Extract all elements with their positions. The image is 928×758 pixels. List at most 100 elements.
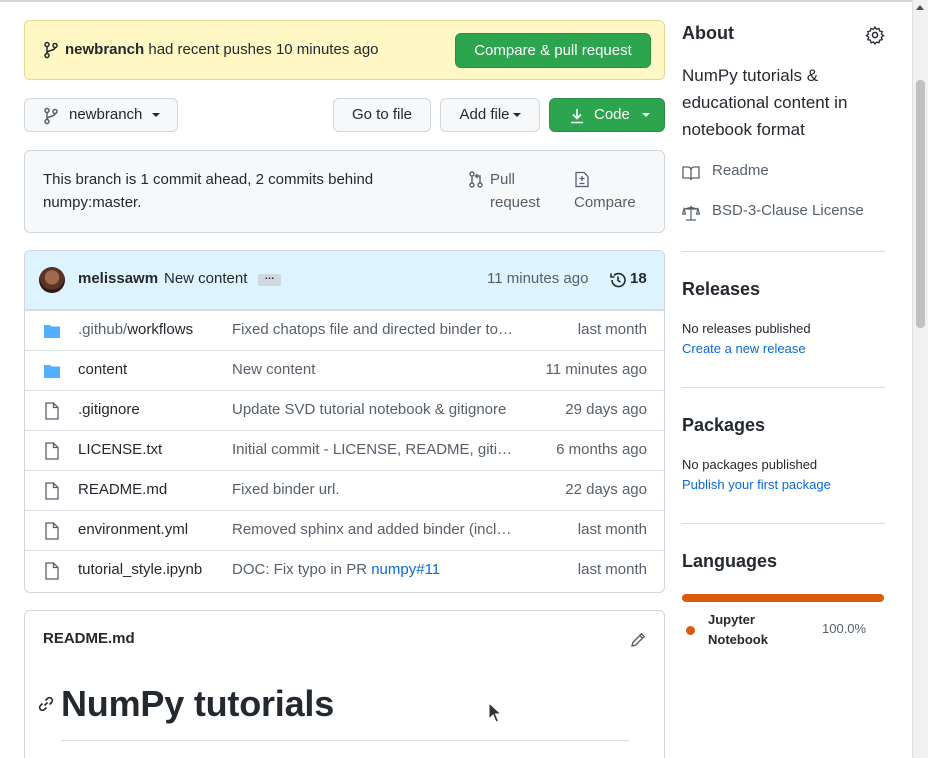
file-row: .github/workflows Fixed chatops file and…	[25, 310, 664, 350]
add-file-button[interactable]: Add file	[440, 98, 540, 132]
latest-commit-bar: melissawm New content … 11 minutes ago 1…	[25, 251, 664, 310]
create-release-link[interactable]: Create a new release	[682, 341, 806, 356]
avatar[interactable]	[39, 267, 65, 293]
file-icon	[45, 402, 59, 420]
divider	[682, 251, 885, 252]
commit-count[interactable]: 18	[630, 270, 647, 287]
file-commit-message[interactable]: Update SVD tutorial notebook & gitignore	[232, 401, 520, 418]
file-commit-message[interactable]: Initial commit - LICENSE, README, giti…	[232, 441, 520, 458]
file-commit-message[interactable]: New content	[232, 361, 520, 378]
chevron-down-icon	[641, 113, 650, 118]
branch-icon	[44, 41, 58, 59]
branch-icon	[44, 107, 58, 125]
file-row: tutorial_style.ipynb DOC: Fix typo in PR…	[25, 550, 664, 590]
file-commit-message[interactable]: Fixed binder url.	[232, 481, 520, 498]
recent-push-message: newbranch had recent pushes 10 minutes a…	[65, 41, 379, 58]
gear-icon[interactable]	[865, 25, 885, 45]
file-row: environment.yml Removed sphinx and added…	[25, 510, 664, 550]
about-title: About	[682, 23, 734, 43]
file-row: content New content 11 minutes ago	[25, 350, 664, 390]
vertical-scrollbar[interactable]	[912, 0, 928, 758]
book-icon	[682, 166, 700, 181]
readme-title[interactable]: README.md	[43, 630, 135, 647]
branch-select-label: newbranch	[69, 106, 143, 123]
file-browser: melissawm New content … 11 minutes ago 1…	[24, 250, 665, 593]
mouse-cursor-icon	[488, 702, 502, 723]
file-commit-message[interactable]: Removed sphinx and added binder (incl…	[232, 521, 520, 538]
file-name[interactable]: tutorial_style.ipynb	[78, 561, 202, 578]
languages-title: Languages	[682, 551, 778, 571]
chevron-down-icon	[152, 113, 161, 118]
file-name-text: workflows	[127, 321, 194, 338]
top-border	[0, 0, 912, 2]
law-icon	[682, 205, 700, 221]
file-icon	[45, 442, 59, 460]
history-icon[interactable]	[608, 270, 628, 290]
commit-message[interactable]: New content	[164, 270, 247, 287]
compare-pull-request-button[interactable]: Compare & pull request	[455, 33, 651, 68]
compare-link[interactable]: Compare	[574, 168, 654, 214]
language-color-dot	[686, 626, 695, 635]
language-name[interactable]: Jupyter Notebook	[708, 610, 788, 650]
recent-push-branch[interactable]: newbranch	[65, 41, 144, 58]
file-age: last month	[577, 321, 647, 338]
file-row: LICENSE.txt Initial commit - LICENSE, RE…	[25, 430, 664, 470]
about-description: NumPy tutorials & educational content in…	[682, 66, 848, 139]
code-label: Code	[594, 106, 630, 123]
folder-icon	[44, 365, 60, 378]
ahead-behind-box: This branch is 1 commit ahead, 2 commits…	[24, 150, 665, 233]
license-link-label: BSD-3-Clause License	[712, 202, 864, 219]
file-age: last month	[577, 561, 647, 578]
diff-icon	[575, 171, 589, 188]
scrollbar-thumb[interactable]	[916, 80, 925, 328]
file-age: 11 minutes ago	[545, 361, 647, 378]
go-to-file-button[interactable]: Go to file	[333, 98, 431, 132]
file-commit-message: DOC: Fix typo in PR numpy#11	[232, 561, 520, 578]
file-icon	[45, 522, 59, 540]
commit-author[interactable]: melissawm	[78, 270, 158, 287]
file-name[interactable]: .github/workflows	[78, 321, 193, 338]
file-commit-message[interactable]: Fixed chatops file and directed binder t…	[232, 321, 520, 338]
divider	[682, 387, 885, 388]
file-row: .gitignore Update SVD tutorial notebook …	[25, 390, 664, 430]
commit-time[interactable]: 11 minutes ago	[487, 270, 588, 287]
ahead-behind-text: This branch is 1 commit ahead, 2 commits…	[43, 171, 374, 211]
file-age: 22 days ago	[565, 481, 647, 498]
file-age: last month	[577, 521, 647, 538]
readme-panel: README.md NumPy tutorials	[24, 610, 665, 758]
file-row: README.md Fixed binder url. 22 days ago	[25, 470, 664, 510]
language-bar[interactable]	[682, 594, 884, 602]
file-icon	[45, 562, 59, 580]
file-name[interactable]: environment.yml	[78, 521, 188, 538]
add-file-label: Add file	[459, 106, 510, 123]
file-age: 6 months ago	[556, 441, 647, 458]
folder-icon	[44, 325, 60, 338]
branch-select-button[interactable]: newbranch	[24, 98, 178, 132]
file-commit-text[interactable]: DOC: Fix typo in PR	[232, 561, 371, 578]
file-name[interactable]: .gitignore	[78, 401, 140, 418]
expand-commit-button[interactable]: …	[258, 272, 281, 286]
file-name[interactable]: content	[78, 361, 127, 378]
file-name[interactable]: README.md	[78, 481, 167, 498]
packages-title[interactable]: Packages	[682, 415, 765, 436]
readme-link-label: Readme	[712, 162, 769, 179]
packages-status: No packages published	[682, 457, 818, 472]
code-button[interactable]: Code	[549, 98, 665, 132]
license-link[interactable]: BSD-3-Clause License	[682, 202, 882, 222]
file-name-prefix: .github/	[78, 321, 128, 338]
file-name[interactable]: LICENSE.txt	[78, 441, 162, 458]
file-icon	[45, 482, 59, 500]
chevron-down-icon	[512, 113, 521, 118]
pencil-icon[interactable]	[629, 631, 647, 649]
recent-push-banner: newbranch had recent pushes 10 minutes a…	[24, 20, 665, 80]
pull-request-link[interactable]: Pull request	[468, 168, 558, 214]
releases-title[interactable]: Releases	[682, 279, 760, 300]
scroll-up-icon[interactable]	[916, 5, 924, 10]
issue-link[interactable]: numpy#11	[371, 561, 440, 578]
file-age: 29 days ago	[565, 401, 647, 418]
language-percent: 100.0%	[822, 621, 867, 636]
link-icon[interactable]	[37, 695, 55, 713]
download-icon	[571, 109, 583, 124]
publish-package-link[interactable]: Publish your first package	[682, 477, 831, 492]
readme-link[interactable]: Readme	[682, 162, 882, 182]
